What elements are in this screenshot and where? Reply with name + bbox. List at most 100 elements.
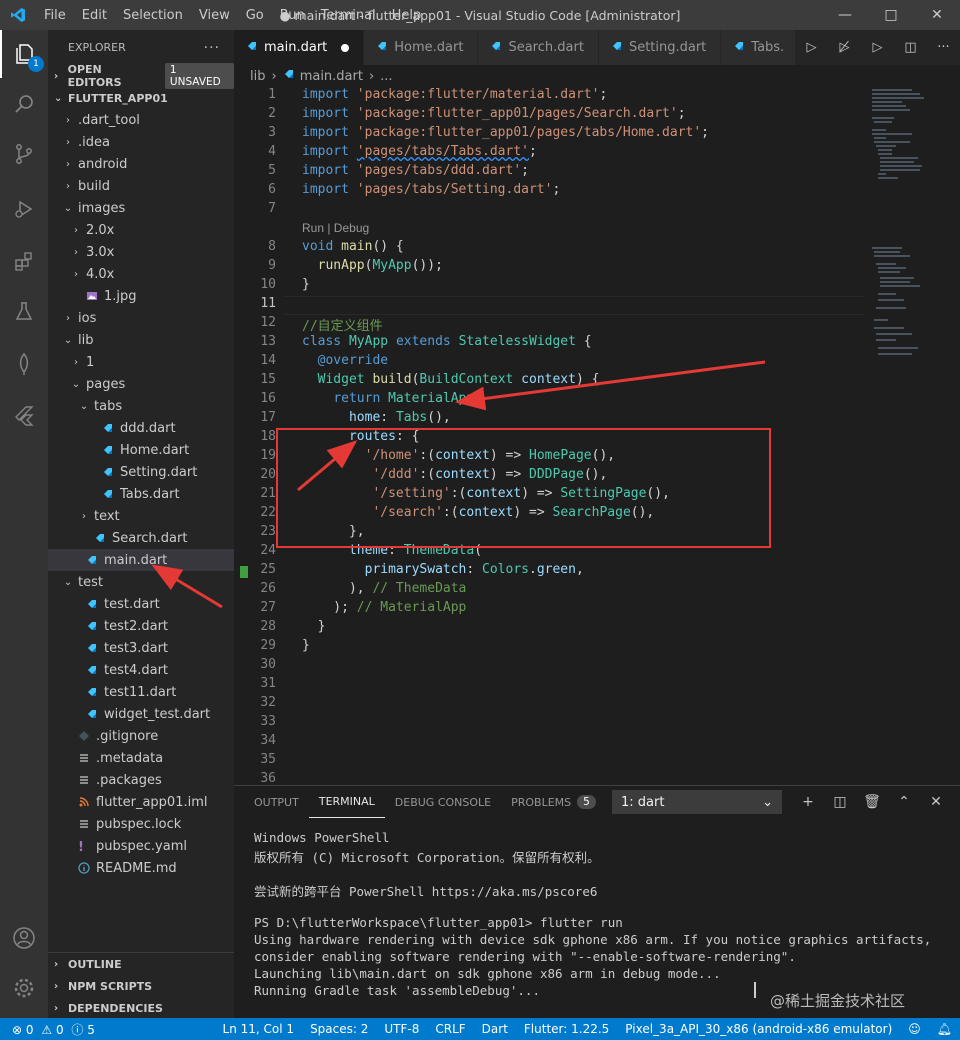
code-line[interactable]: Widget build(BuildContext context) { <box>302 372 600 387</box>
tree-file[interactable]: Home.dart <box>48 439 234 461</box>
tree-folder[interactable]: › 3.0x <box>48 241 234 263</box>
tab-debug-console[interactable]: DEBUG CONSOLE <box>385 786 501 818</box>
tree-file[interactable]: README.md <box>48 857 234 879</box>
close-icon[interactable]: ✕ <box>914 0 960 30</box>
tree-folder[interactable]: › android <box>48 153 234 175</box>
code-line[interactable]: ); // MaterialApp <box>302 600 466 615</box>
dependencies-section[interactable]: › DEPENDENCIES <box>48 997 234 1018</box>
search-icon[interactable] <box>0 80 48 128</box>
tree-folder[interactable]: ⌄ images <box>48 197 234 219</box>
menu-help[interactable]: Help <box>384 8 430 23</box>
code-line[interactable]: } <box>302 277 310 292</box>
tree-file[interactable]: test2.dart <box>48 615 234 637</box>
tree-folder[interactable]: › 1 <box>48 351 234 373</box>
tree-folder[interactable]: › text <box>48 505 234 527</box>
tree-file[interactable]: Setting.dart <box>48 461 234 483</box>
flutter-version[interactable]: Flutter: 1.22.5 <box>516 1022 617 1036</box>
feedback-icon[interactable]: ☺ <box>900 1022 929 1036</box>
npm-scripts-section[interactable]: › NPM SCRIPTS <box>48 975 234 997</box>
tree-file[interactable]: .packages <box>48 769 234 791</box>
cursor-position[interactable]: Ln 11, Col 1 <box>215 1022 303 1036</box>
code-line[interactable]: primarySwatch: Colors.green, <box>302 562 584 577</box>
code-line[interactable]: @override <box>302 353 388 368</box>
tree-file[interactable]: 1.jpg <box>48 285 234 307</box>
end-of-line[interactable]: CRLF <box>427 1022 473 1036</box>
outline-section[interactable]: › OUTLINE <box>48 953 234 975</box>
unsaved-dot-icon[interactable] <box>341 43 350 52</box>
code-line[interactable]: home: Tabs(), <box>302 410 451 425</box>
encoding[interactable]: UTF-8 <box>376 1022 427 1036</box>
code-line[interactable]: import 'pages/tabs/Setting.dart'; <box>302 182 560 197</box>
code-line[interactable]: import 'package:flutter/material.dart'; <box>302 87 607 102</box>
split-editor-icon[interactable]: ◫ <box>894 40 927 55</box>
tree-file[interactable]: pubspec.lock <box>48 813 234 835</box>
menu-file[interactable]: File <box>36 8 74 23</box>
tree-folder[interactable]: › ios <box>48 307 234 329</box>
tree-folder[interactable]: › .idea <box>48 131 234 153</box>
tab-main-dart[interactable]: main.dart <box>234 30 365 65</box>
menu-edit[interactable]: Edit <box>74 8 115 23</box>
menu-terminal[interactable]: Terminal <box>313 8 384 23</box>
indentation[interactable]: Spaces: 2 <box>302 1022 376 1036</box>
tree-file[interactable]: test11.dart <box>48 681 234 703</box>
testing-flask-icon[interactable] <box>0 288 48 336</box>
tree-file[interactable]: widget_test.dart <box>48 703 234 725</box>
code-line[interactable]: import 'pages/tabs/Tabs.dart'; <box>302 144 537 159</box>
chevron-up-icon[interactable]: ⌃ <box>888 794 920 810</box>
code-line[interactable]: import 'package:flutter_app01/pages/Sear… <box>302 106 686 121</box>
debug-run-icon[interactable]: ▷̸ <box>828 40 861 55</box>
tree-file[interactable]: test3.dart <box>48 637 234 659</box>
trash-icon[interactable]: 🗑︎ <box>856 794 888 810</box>
tree-file[interactable]: .metadata <box>48 747 234 769</box>
device-selector[interactable]: Pixel_3a_API_30_x86 (android-x86 emulato… <box>617 1022 900 1036</box>
flutter-icon[interactable] <box>0 392 48 440</box>
run-debug-icon[interactable] <box>0 185 48 233</box>
project-section[interactable]: ⌄ FLUTTER_APP01 <box>48 87 234 109</box>
code-line[interactable]: return MaterialApp( <box>302 391 482 406</box>
mongodb-leaf-icon[interactable] <box>0 340 48 388</box>
close-icon[interactable]: ✕ <box>920 794 952 810</box>
menu-run[interactable]: Run <box>272 8 313 23</box>
menu-selection[interactable]: Selection <box>115 8 191 23</box>
tree-file[interactable]: ddd.dart <box>48 417 234 439</box>
tree-file[interactable]: test4.dart <box>48 659 234 681</box>
code-line[interactable]: class MyApp extends StatelessWidget { <box>302 334 592 349</box>
more-actions-icon[interactable]: ··· <box>204 40 220 56</box>
tree-folder[interactable]: › 4.0x <box>48 263 234 285</box>
tree-folder[interactable]: ⌄ pages <box>48 373 234 395</box>
tree-file[interactable]: ! pubspec.yaml <box>48 835 234 857</box>
breadcrumb-file[interactable]: main.dart <box>300 69 363 84</box>
breadcrumb-folder[interactable]: lib <box>250 69 265 84</box>
minimize-icon[interactable]: — <box>822 0 868 30</box>
tab-terminal[interactable]: TERMINAL <box>308 786 385 818</box>
split-terminal-icon[interactable]: ◫ <box>824 794 856 810</box>
tab-tabs[interactable]: Tabs. <box>721 30 800 65</box>
tree-folder[interactable]: ⌄ lib <box>48 329 234 351</box>
tree-file[interactable]: .gitignore <box>48 725 234 747</box>
tree-folder[interactable]: ⌄ test <box>48 571 234 593</box>
code-line[interactable]: //自定义组件 <box>302 315 383 334</box>
plus-icon[interactable]: + <box>792 794 824 810</box>
run-debug-codelens[interactable]: Run | Debug <box>302 221 369 235</box>
open-editors-section[interactable]: › OPEN EDITORS 1 UNSAVED <box>48 63 234 89</box>
code-line[interactable]: } <box>302 619 326 634</box>
more-actions-icon[interactable]: ··· <box>927 40 960 55</box>
tree-folder[interactable]: › 2.0x <box>48 219 234 241</box>
tab-problems[interactable]: PROBLEMS 5 <box>501 786 606 818</box>
editor-scrollbar[interactable] <box>946 87 960 785</box>
code-line[interactable]: import 'package:flutter_app01/pages/tabs… <box>302 125 709 140</box>
code-line[interactable]: import 'pages/tabs/ddd.dart'; <box>302 163 529 178</box>
maximize-icon[interactable]: □ <box>868 0 914 30</box>
minimap[interactable] <box>868 87 946 785</box>
tab-setting-dart[interactable]: Setting.dart <box>598 30 722 65</box>
terminal-select[interactable]: 1: dart ⌄ <box>612 790 782 814</box>
tab-output[interactable]: OUTPUT <box>244 786 309 818</box>
notifications-bell-icon[interactable]: 🔔︎ <box>929 1022 960 1036</box>
breadcrumb-symbols[interactable]: ... <box>380 69 392 84</box>
problems-status[interactable]: ⊗ 0 ⚠ 0 ⓘ 5 <box>0 1021 103 1038</box>
explorer-icon[interactable]: 1 <box>0 30 48 78</box>
tree-file[interactable]: test.dart <box>48 593 234 615</box>
language-mode[interactable]: Dart <box>474 1022 516 1036</box>
account-icon[interactable] <box>0 914 48 962</box>
source-control-icon[interactable] <box>0 130 48 178</box>
